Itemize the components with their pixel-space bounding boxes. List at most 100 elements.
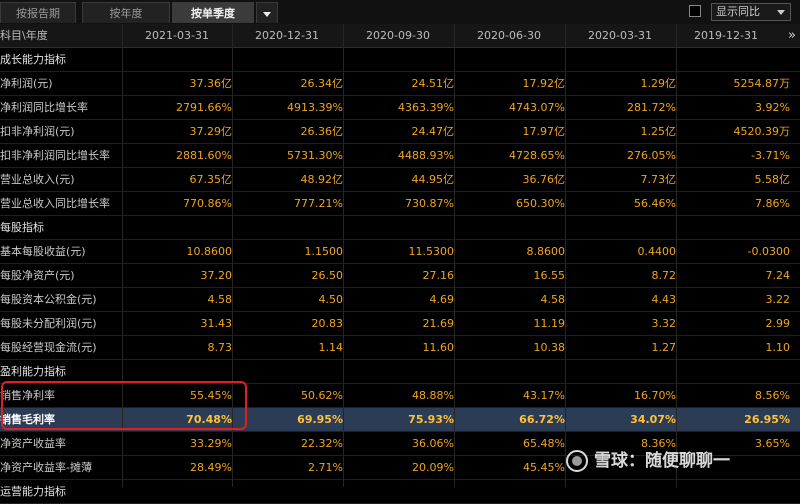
row-label: 净资产收益率-摊薄 [0, 461, 92, 474]
table-cell: 24.47亿 [411, 125, 455, 138]
table-cell: -3.71% [751, 149, 790, 162]
table-cell: 37.36亿 [189, 77, 233, 90]
table-cell [354, 216, 454, 240]
table-row[interactable]: 扣非净利润同比增长率 2881.60% 5731.30% 4488.93% 4728.6… [0, 144, 800, 168]
table-cell [132, 48, 232, 72]
table-cell: 75.93% [408, 413, 454, 426]
section-header-row[interactable]: 成长能力指标 [0, 48, 800, 72]
table-cell: 7.24 [765, 269, 791, 282]
row-label: 每股指标 [0, 221, 44, 234]
table-cell: 56.46% [634, 197, 676, 210]
table-cell: 27.16 [422, 269, 455, 282]
table-cell: 11.19 [533, 317, 566, 330]
table-cell [243, 360, 343, 384]
table-cell [354, 480, 454, 504]
yoy-select-value: 显示同比 [716, 5, 760, 18]
row-label: 销售毛利率 [0, 413, 55, 426]
column-header-date[interactable]: 2020-12-31 [232, 24, 342, 47]
table-cell: 45.45% [523, 461, 565, 474]
table-cell: 4.58 [540, 293, 566, 306]
table-row[interactable]: 每股未分配利润(元) 31.43 20.83 21.69 11.19 3.32 2.99 [0, 312, 800, 336]
tab-by-year[interactable]: 按年度 [82, 2, 170, 23]
table-cell: 55.45% [190, 389, 232, 402]
table-cell: 4488.93% [398, 149, 454, 162]
section-header-row[interactable]: 盈利能力指标 [0, 360, 800, 384]
table-cell: 48.92亿 [300, 173, 344, 186]
tab-bar: 按报告期 按年度 按单季度 显示同比 [0, 0, 800, 25]
column-header-date[interactable]: 2020-06-30 [454, 24, 564, 47]
table-cell [576, 216, 676, 240]
table-cell: 7.86% [755, 197, 790, 210]
column-header-date[interactable]: 2021-03-31 [122, 24, 232, 47]
table-cell [576, 48, 676, 72]
column-header-date[interactable]: 2019-12-31 [676, 24, 776, 47]
table-cell: 4.43 [651, 293, 677, 306]
row-label: 净利润(元) [0, 77, 53, 90]
table-cell [243, 48, 343, 72]
table-row[interactable]: 销售毛利率 70.48% 69.95% 75.93% 66.72% 34.07% 26.95… [0, 408, 800, 432]
chevron-down-icon [777, 10, 785, 15]
table-cell: 4520.39万 [733, 125, 791, 138]
table-cell: 650.30% [516, 197, 565, 210]
table-cell: 17.92亿 [522, 77, 566, 90]
table-cell: 17.97亿 [522, 125, 566, 138]
table-cell: 276.05% [627, 149, 676, 162]
table-row[interactable]: 净利润(元) 37.36亿 26.34亿 24.51亿 17.92亿 1.29亿 5254.… [0, 72, 800, 96]
tab-by-quarter[interactable]: 按单季度 [172, 2, 254, 23]
table-cell: 36.76亿 [522, 173, 566, 186]
watermark: 雪球：随便聊聊一 [566, 445, 730, 477]
table-cell [354, 360, 454, 384]
column-header-subject: 科目\年度 [0, 29, 48, 42]
table-cell: 730.87% [405, 197, 454, 210]
row-label: 营业总收入同比增长率 [0, 197, 110, 210]
table-row[interactable]: 每股资本公积金(元) 4.58 4.50 4.69 4.58 4.43 3.22 [0, 288, 800, 312]
table-cell: 1.14 [318, 341, 344, 354]
row-label: 成长能力指标 [0, 53, 66, 66]
table-cell: 69.95% [297, 413, 343, 426]
table-header: 科目\年度 2021-03-31 2020-12-31 2020-09-30 2… [0, 24, 800, 48]
table-cell: 20.09% [412, 461, 454, 474]
table-cell: 2881.60% [176, 149, 232, 162]
table-row[interactable]: 销售净利率 55.45% 50.62% 48.88% 43.17% 16.70% 8.56% [0, 384, 800, 408]
table-cell: 4913.39% [287, 101, 343, 114]
tab-label: 按年度 [109, 7, 143, 20]
table-row[interactable]: 基本每股收益(元) 10.8600 1.1500 11.5300 8.8600 0.440… [0, 240, 800, 264]
column-divider [232, 24, 233, 487]
table-cell: 26.95% [744, 413, 790, 426]
table-cell: 48.88% [412, 389, 454, 402]
table-row[interactable]: 每股净资产(元) 37.20 26.50 27.16 16.55 8.72 7.24 [0, 264, 800, 288]
tab-dropdown-button[interactable] [256, 2, 278, 23]
section-header-row[interactable]: 运营能力指标 [0, 480, 800, 504]
table-cell: 1.29亿 [640, 77, 677, 90]
row-label: 营业总收入(元) [0, 173, 75, 186]
tab-by-report-period[interactable]: 按报告期 [0, 2, 76, 23]
row-label: 扣非净利润(元) [0, 125, 75, 138]
table-cell: 4728.65% [509, 149, 565, 162]
table-cell: 50.62% [301, 389, 343, 402]
table-row[interactable]: 净利润同比增长率 2791.66% 4913.39% 4363.39% 4743.07%… [0, 96, 800, 120]
yoy-select[interactable]: 显示同比 [711, 3, 791, 21]
table-cell: 4743.07% [509, 101, 565, 114]
table-row[interactable]: 营业总收入(元) 67.35亿 48.92亿 44.95亿 36.76亿 7.73亿 5.5… [0, 168, 800, 192]
yoy-checkbox[interactable] [689, 5, 701, 17]
table-row[interactable]: 每股经营现金流(元) 8.73 1.14 11.60 10.38 1.27 1.10 [0, 336, 800, 360]
table-cell: 37.29亿 [189, 125, 233, 138]
table-row[interactable]: 营业总收入同比增长率 770.86% 777.21% 730.87% 650.30% 56… [0, 192, 800, 216]
row-label: 运营能力指标 [0, 485, 66, 498]
table-cell: 281.72% [627, 101, 676, 114]
table-cell [576, 360, 676, 384]
table-cell: 1.10 [765, 341, 791, 354]
row-label: 基本每股收益(元) [0, 245, 86, 258]
table-cell: 34.07% [630, 413, 676, 426]
row-label: 净利润同比增长率 [0, 101, 88, 114]
column-header-date[interactable]: 2020-03-31 [565, 24, 675, 47]
table-cell: 2.71% [308, 461, 343, 474]
table-row[interactable]: 扣非净利润(元) 37.29亿 26.36亿 24.47亿 17.97亿 1.25亿 452… [0, 120, 800, 144]
column-header-date[interactable]: 2020-09-30 [343, 24, 453, 47]
table-cell: 16.70% [634, 389, 676, 402]
table-cell: 8.73 [207, 341, 233, 354]
section-header-row[interactable]: 每股指标 [0, 216, 800, 240]
table-cell: 21.69 [422, 317, 455, 330]
more-columns-icon[interactable]: » [788, 24, 796, 47]
table-cell [132, 360, 232, 384]
